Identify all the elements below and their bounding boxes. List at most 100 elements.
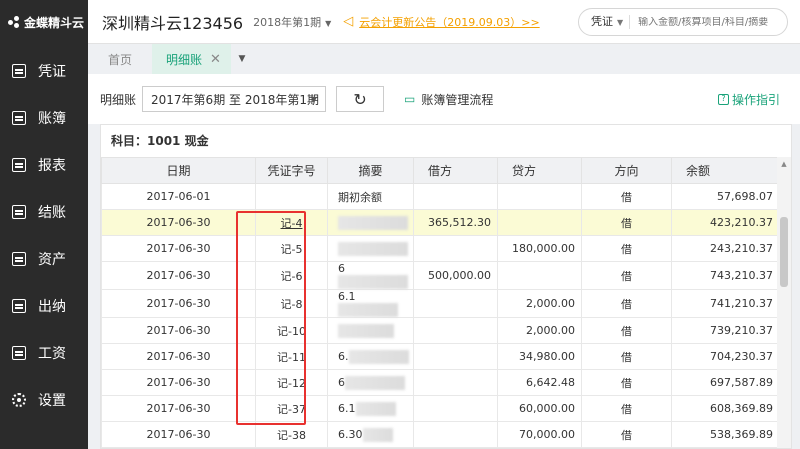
scroll-thumb[interactable] bbox=[780, 217, 788, 287]
cell-balance-text: 538,369.89 bbox=[710, 428, 773, 441]
sidebar-item-label: 账簿 bbox=[38, 111, 66, 127]
col-header-balance: 余额 bbox=[671, 157, 780, 184]
sidebar-item-1[interactable]: 账簿 bbox=[0, 98, 88, 138]
video-icon: ▭ bbox=[404, 92, 416, 106]
table-row[interactable]: 2017-06-30 记-8 6.1 2,000.00 借 741,210.37 bbox=[101, 289, 780, 318]
sidebar-item-label: 凭证 bbox=[38, 64, 66, 80]
cell-summary: 6.30 bbox=[327, 421, 414, 448]
cell-credit-text: 6,642.48 bbox=[526, 376, 575, 389]
cell-direction-text: 借 bbox=[621, 402, 632, 416]
logo-icon bbox=[8, 16, 20, 28]
voucher-link[interactable]: 记-11 bbox=[277, 351, 306, 364]
cell-voucher[interactable]: 记-37 bbox=[255, 395, 328, 422]
cell-voucher[interactable]: 记-12 bbox=[255, 369, 328, 396]
sidebar-item-label: 资产 bbox=[38, 252, 66, 268]
report-icon bbox=[12, 158, 26, 172]
voucher-link[interactable]: 记-10 bbox=[277, 325, 306, 338]
sidebar-item-5[interactable]: 出纳 bbox=[0, 286, 88, 326]
cell-summary bbox=[327, 317, 414, 344]
period-range-select[interactable]: 2017年第6期 至 2018年第1期 ▼ bbox=[142, 86, 327, 112]
col-header-direction: 方向 bbox=[581, 157, 672, 184]
cell-voucher[interactable]: 记-38 bbox=[255, 421, 328, 448]
sidebar-item-7[interactable]: 设置 bbox=[0, 380, 88, 420]
cell-debit bbox=[413, 289, 498, 318]
cell-voucher[interactable]: 记-11 bbox=[255, 343, 328, 370]
refresh-button[interactable]: ↻ bbox=[336, 86, 385, 112]
tab-detail-ledger[interactable]: 明细账 ✕ bbox=[152, 44, 231, 74]
voucher-link[interactable]: 记-12 bbox=[277, 377, 306, 390]
period-range-value: 2017年第6期 至 2018年第1期 bbox=[151, 92, 319, 107]
brand-name: 金蝶精斗云 bbox=[24, 15, 85, 30]
cell-debit bbox=[413, 369, 498, 396]
cell-date: 2017-06-30 bbox=[101, 209, 256, 236]
cell-credit bbox=[497, 261, 582, 290]
search-input[interactable] bbox=[638, 16, 779, 28]
cell-direction-text: 借 bbox=[621, 376, 632, 390]
ledger-flow-link[interactable]: ▭ 账簿管理流程 bbox=[404, 91, 493, 108]
period-selector[interactable]: 2018年第1期 ▼ bbox=[253, 14, 331, 30]
cell-voucher[interactable]: 记-10 bbox=[255, 317, 328, 344]
cell-direction: 借 bbox=[581, 343, 672, 370]
table-row[interactable]: 2017-06-30 记-38 6.30 70,000.00 借 538,369.89 bbox=[101, 421, 780, 448]
cell-balance: 743,210.37 bbox=[671, 261, 780, 290]
cell-balance: 538,369.89 bbox=[671, 421, 780, 448]
vertical-scrollbar[interactable]: ▲ bbox=[777, 157, 791, 448]
voucher-link[interactable]: 记-8 bbox=[281, 298, 303, 311]
sidebar-item-label: 设置 bbox=[38, 393, 66, 409]
cell-debit: 500,000.00 bbox=[413, 261, 498, 290]
voucher-link[interactable]: 记-6 bbox=[281, 270, 303, 283]
ledger-icon bbox=[12, 111, 26, 125]
cell-date-text: 2017-06-30 bbox=[146, 242, 211, 255]
voucher-link[interactable]: 记-37 bbox=[277, 403, 306, 416]
table-header-row: 日期 凭证字号 摘要 借方 贷方 方向 余额 bbox=[101, 157, 780, 184]
cell-credit: 60,000.00 bbox=[497, 395, 582, 422]
search-type-select[interactable]: 凭证 ▼ bbox=[579, 15, 631, 29]
search-type-label: 凭证 bbox=[591, 15, 613, 28]
sidebar-item-3[interactable]: 结账 bbox=[0, 192, 88, 232]
brand-logo[interactable]: 金蝶精斗云 bbox=[0, 0, 88, 44]
table-row[interactable]: 2017-06-30 记-4 365,512.30 借 423,210.37 bbox=[101, 209, 780, 236]
cell-voucher[interactable]: 记-8 bbox=[255, 289, 328, 318]
sidebar-item-4[interactable]: 资产 bbox=[0, 239, 88, 279]
redacted-text bbox=[355, 401, 396, 416]
table-row[interactable]: 2017-06-30 记-37 6.1 60,000.00 借 608,369.89 bbox=[101, 395, 780, 422]
table-row[interactable]: 2017-06-30 记-11 6. 34,980.00 借 704,230.37 bbox=[101, 343, 780, 370]
cell-debit bbox=[413, 235, 498, 262]
cell-summary-text: 6.30 bbox=[338, 427, 363, 441]
sidebar-item-label: 工资 bbox=[38, 346, 66, 362]
cell-balance-text: 743,210.37 bbox=[710, 269, 773, 282]
cell-date-text: 2017-06-30 bbox=[146, 324, 211, 337]
table-row[interactable]: 2017-06-30 记-6 6 500,000.00 借 743,210.37 bbox=[101, 261, 780, 290]
table-row[interactable]: 2017-06-30 记-10 2,000.00 借 739,210.37 bbox=[101, 317, 780, 344]
voucher-icon bbox=[12, 64, 26, 78]
cell-voucher[interactable]: 记-4 bbox=[255, 209, 328, 236]
cell-direction: 借 bbox=[581, 289, 672, 318]
sidebar-item-2[interactable]: 报表 bbox=[0, 145, 88, 185]
close-icon[interactable]: ✕ bbox=[210, 52, 221, 67]
notice-link[interactable]: 云会计更新公告（2019.09.03）>> bbox=[359, 14, 539, 30]
scroll-up-icon[interactable]: ▲ bbox=[777, 157, 791, 171]
redacted-text bbox=[348, 349, 409, 364]
sidebar-item-0[interactable]: 凭证 bbox=[0, 51, 88, 91]
operation-guide-link[interactable]: ? 操作指引 bbox=[717, 91, 780, 108]
cell-voucher[interactable]: 记-5 bbox=[255, 235, 328, 262]
sidebar-item-6[interactable]: 工资 bbox=[0, 333, 88, 373]
voucher-link[interactable]: 记-38 bbox=[277, 429, 306, 442]
cell-debit bbox=[413, 183, 498, 210]
tab-more-dropdown[interactable]: ▼ bbox=[231, 44, 253, 74]
voucher-link[interactable]: 记-4 bbox=[281, 217, 303, 230]
table-row[interactable]: 2017-06-30 记-5 180,000.00 借 243,210.37 bbox=[101, 235, 780, 262]
cell-balance: 243,210.37 bbox=[671, 235, 780, 262]
cell-voucher[interactable]: 记-6 bbox=[255, 261, 328, 290]
cell-debit: 365,512.30 bbox=[413, 209, 498, 236]
cell-credit: 180,000.00 bbox=[497, 235, 582, 262]
detail-ledger-table: 日期 凭证字号 摘要 借方 贷方 方向 余额 2017-06-01 期初余额借 57… bbox=[101, 157, 780, 448]
voucher-link[interactable]: 记-5 bbox=[281, 243, 303, 256]
table-row[interactable]: 2017-06-30 记-12 6 6,642.48 借 697,587.89 bbox=[101, 369, 780, 396]
cell-summary bbox=[327, 209, 414, 236]
cell-balance: 739,210.37 bbox=[671, 317, 780, 344]
table-row[interactable]: 2017-06-01 期初余额 借 57,698.07 bbox=[101, 183, 780, 210]
cell-balance-text: 704,230.37 bbox=[710, 350, 773, 363]
cell-balance: 697,587.89 bbox=[671, 369, 780, 396]
tab-home[interactable]: 首页 bbox=[88, 44, 152, 74]
